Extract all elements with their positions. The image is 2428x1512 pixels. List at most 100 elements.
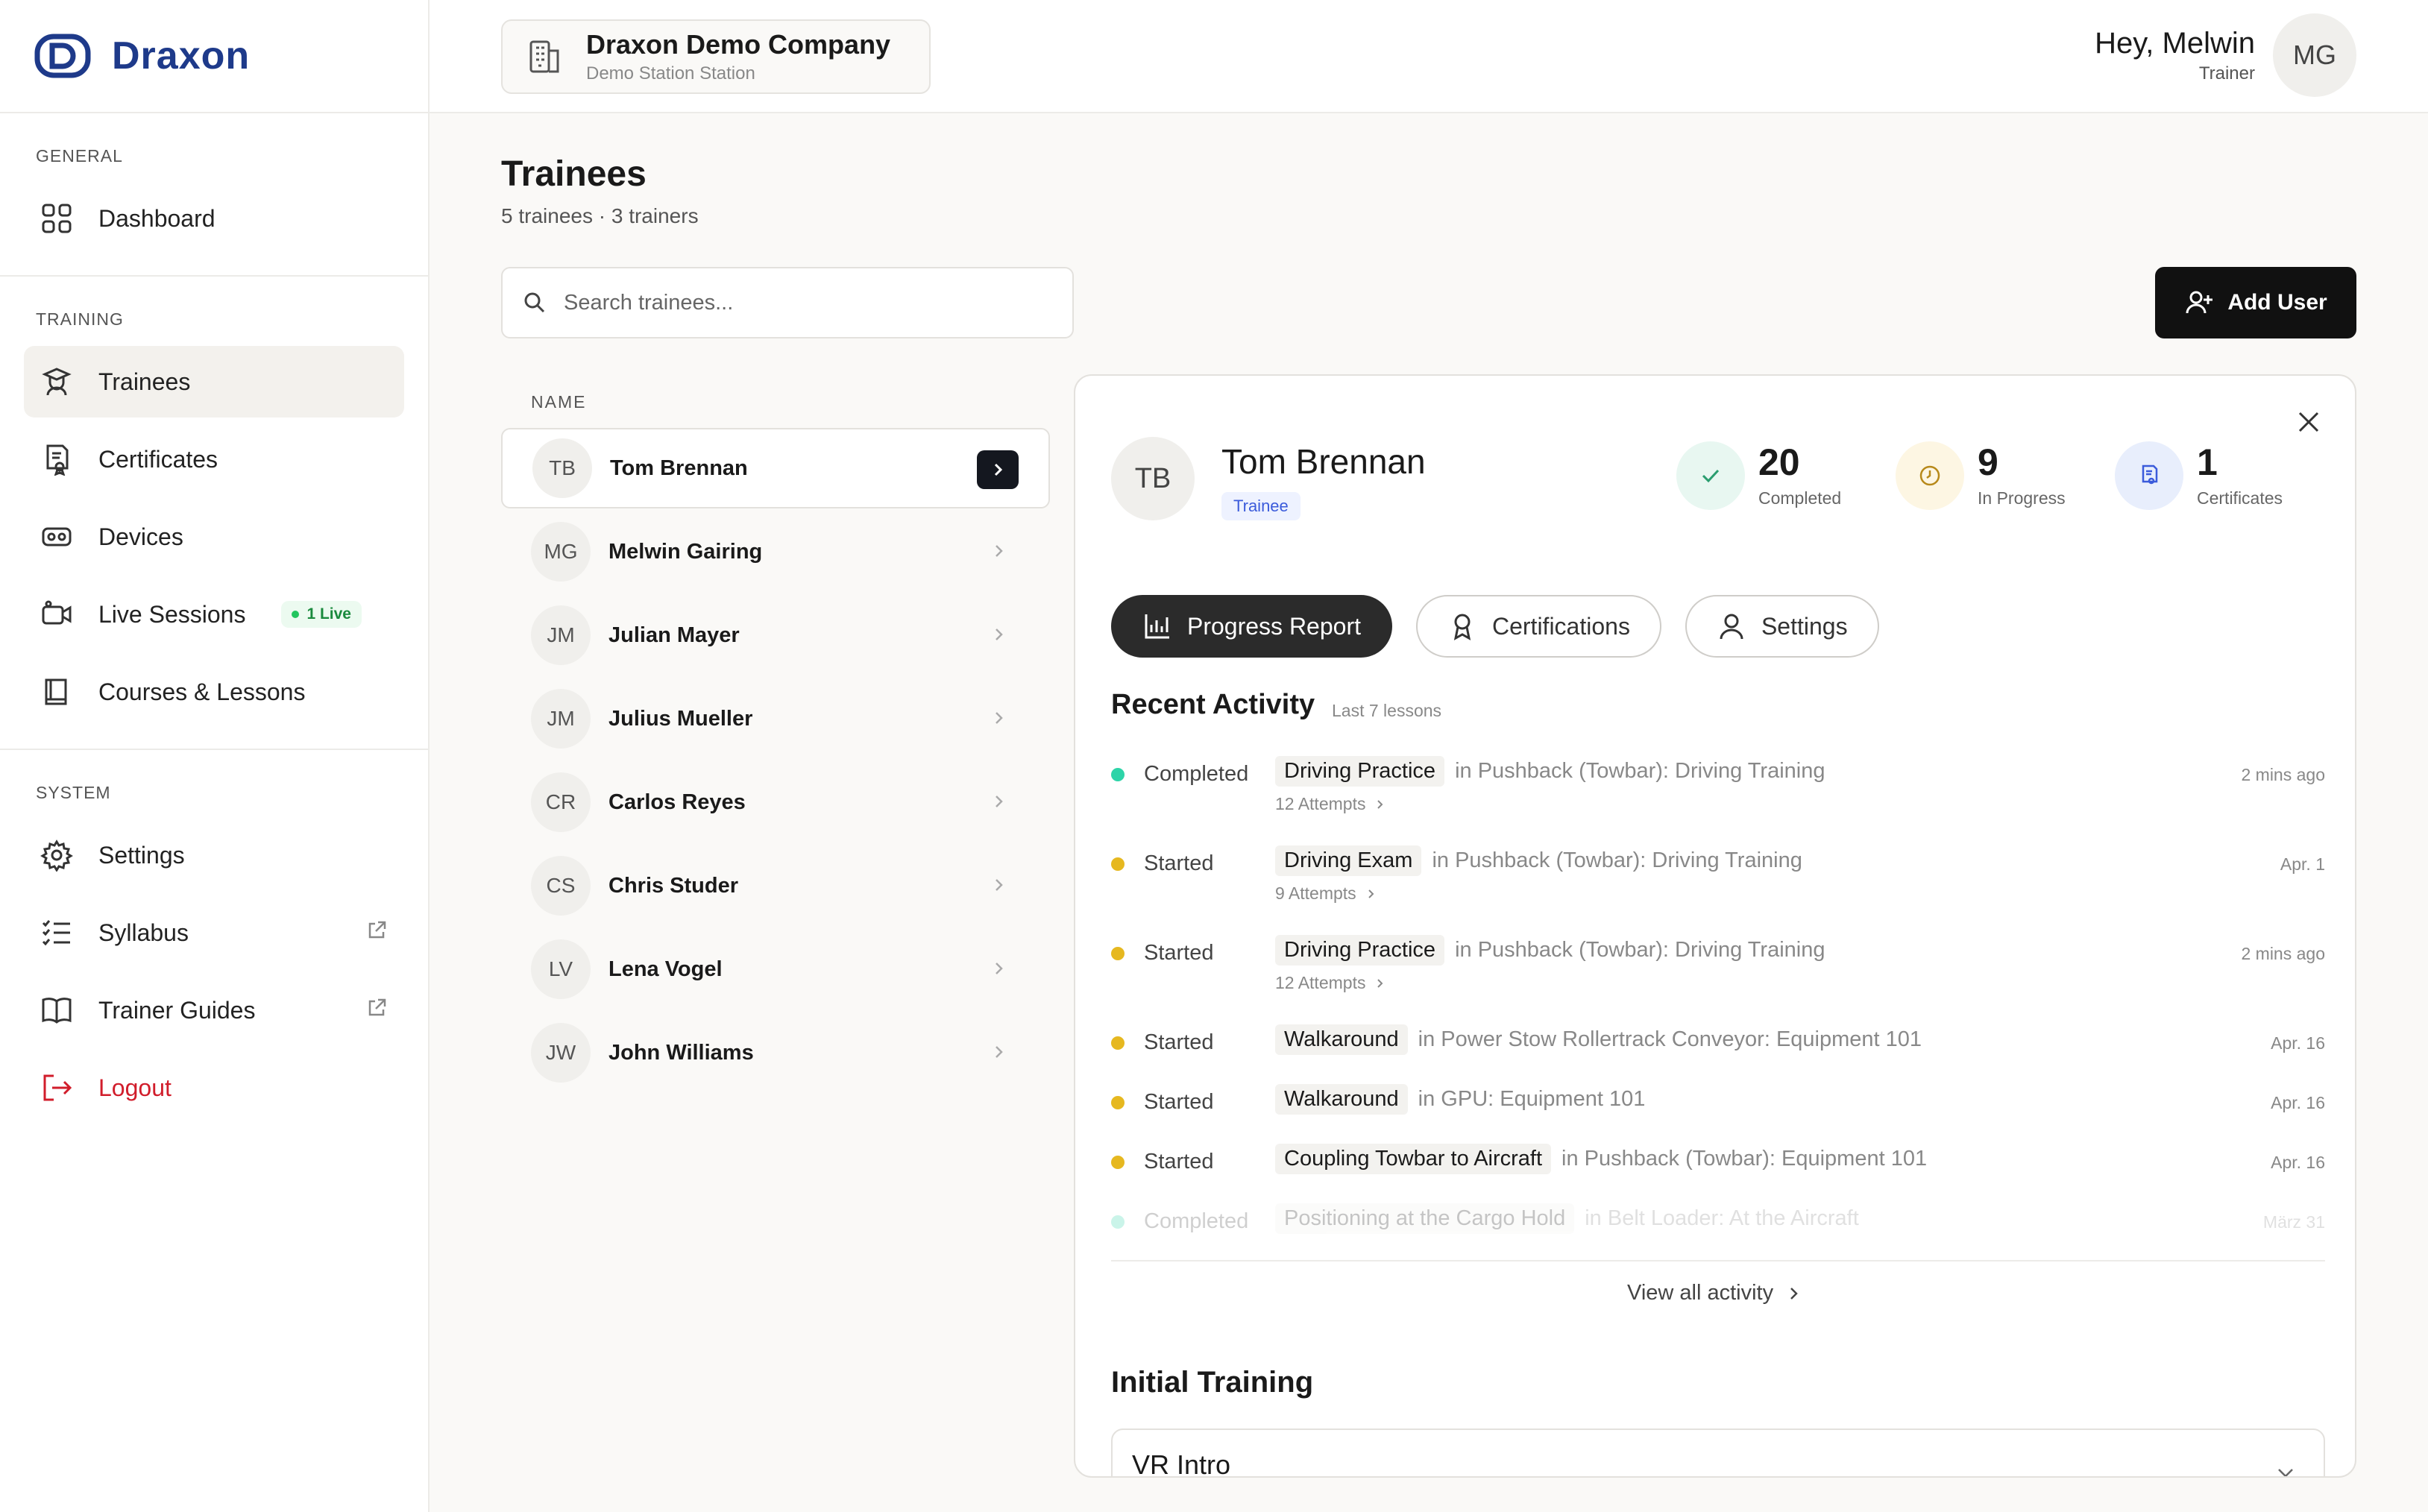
top-header: Draxon Demo Company Demo Station Station… bbox=[430, 0, 2428, 113]
chevron-right-icon bbox=[1368, 889, 1374, 898]
certificate-icon bbox=[2115, 441, 2183, 510]
trainee-name: Julius Mueller bbox=[608, 706, 753, 731]
activity-course: in Belt Loader: At the Aircraft bbox=[1585, 1206, 1859, 1230]
brand[interactable]: Draxon bbox=[0, 0, 428, 113]
role-badge: Trainee bbox=[1221, 492, 1301, 520]
nav-section-general: GENERAL Dashboard bbox=[0, 113, 428, 277]
live-badge: 1 Live bbox=[281, 601, 362, 628]
avatar: JW bbox=[531, 1023, 591, 1083]
tab-progress-report[interactable]: Progress Report bbox=[1111, 595, 1392, 658]
live-badge-label: 1 Live bbox=[306, 605, 351, 623]
award-icon bbox=[1453, 614, 1471, 640]
table-row[interactable]: TB Tom Brennan bbox=[501, 428, 1050, 508]
trainee-detail-panel: TB Tom Brennan Trainee 20 Completed 9 In… bbox=[1074, 374, 2356, 1478]
avatar[interactable]: MG bbox=[2273, 13, 2356, 97]
avatar: JM bbox=[531, 605, 591, 665]
chevron-right-icon bbox=[1377, 799, 1383, 809]
detail-tabs: Progress Report Certifications Settings bbox=[1111, 595, 1903, 658]
list-item[interactable]: Started Driving Practice in Pushback (To… bbox=[1111, 935, 2325, 993]
chevron-down-icon[interactable] bbox=[2274, 1461, 2297, 1478]
nav-section-system: SYSTEM Settings Syllabus Trainer Guides bbox=[0, 750, 428, 1144]
brand-name: Draxon bbox=[112, 34, 251, 78]
activity-line: Driving Practice in Pushback (Towbar): D… bbox=[1275, 756, 2325, 787]
open-trainee-button[interactable] bbox=[977, 450, 1019, 489]
list-item[interactable]: Started Driving Exam in Pushback (Towbar… bbox=[1111, 845, 2325, 904]
sidebar-item-certificates[interactable]: Certificates bbox=[24, 423, 404, 495]
divider bbox=[1111, 1260, 2325, 1261]
building-icon bbox=[529, 40, 559, 73]
activity-time: März 31 bbox=[2262, 1212, 2325, 1232]
attempts-link[interactable]: 12 Attempts bbox=[1275, 973, 2325, 993]
table-row[interactable]: LV Lena Vogel bbox=[501, 929, 1050, 1009]
stat-label: Certificates bbox=[2197, 488, 2283, 508]
activity-list: Completed Driving Practice in Pushback (… bbox=[1111, 756, 2325, 1234]
activity-course: in Pushback (Towbar): Driving Training bbox=[1455, 759, 1825, 783]
chevron-right-icon bbox=[996, 963, 1003, 974]
add-user-button[interactable]: Add User bbox=[2155, 267, 2356, 338]
list-item[interactable]: Completed Driving Practice in Pushback (… bbox=[1111, 756, 2325, 814]
activity-status: Started bbox=[1144, 1090, 1214, 1114]
company-switcher[interactable]: Draxon Demo Company Demo Station Station bbox=[501, 19, 931, 94]
sidebar-item-trainees[interactable]: Trainees bbox=[24, 346, 404, 418]
table-row[interactable]: MG Melwin Gairing bbox=[501, 511, 1050, 592]
list-item[interactable]: Started Coupling Towbar to Aircraft in P… bbox=[1111, 1144, 2325, 1174]
lesson-chip: Walkaround bbox=[1275, 1024, 1408, 1055]
activity-course: in Pushback (Towbar): Driving Training bbox=[1455, 938, 1825, 962]
check-icon bbox=[1676, 441, 1745, 510]
sidebar-item-settings[interactable]: Settings bbox=[24, 819, 404, 891]
attempts-link[interactable]: 9 Attempts bbox=[1275, 883, 2325, 904]
sidebar-item-courses[interactable]: Courses & Lessons bbox=[24, 656, 404, 728]
list-item[interactable]: Started Walkaround in GPU: Equipment 101… bbox=[1111, 1084, 2325, 1115]
lesson-chip: Walkaround bbox=[1275, 1084, 1408, 1115]
table-row[interactable]: JM Julius Mueller bbox=[501, 678, 1050, 759]
clock-icon bbox=[1896, 441, 1964, 510]
table-row[interactable]: CS Chris Studer bbox=[501, 845, 1050, 926]
activity-time: Apr. 16 bbox=[2271, 1153, 2325, 1172]
user-menu[interactable]: Hey, Melwin Trainer MG bbox=[2095, 13, 2356, 97]
chevron-right-icon bbox=[996, 1046, 1003, 1058]
sidebar-item-devices[interactable]: Devices bbox=[24, 501, 404, 573]
search-input[interactable] bbox=[564, 290, 1041, 315]
table-row[interactable]: JW John Williams bbox=[501, 1012, 1050, 1093]
activity-body: Driving Exam in Pushback (Towbar): Drivi… bbox=[1275, 845, 2325, 904]
vr-intro-card[interactable]: VR Intro bbox=[1111, 1428, 2325, 1478]
list-item[interactable]: Started Walkaround in Power Stow Rollert… bbox=[1111, 1024, 2325, 1055]
sidebar-item-label: Syllabus bbox=[98, 919, 189, 946]
status-dot-icon bbox=[1111, 1036, 1125, 1050]
sidebar-item-syllabus[interactable]: Syllabus bbox=[24, 897, 404, 968]
sidebar-item-logout[interactable]: Logout bbox=[24, 1052, 404, 1124]
tab-settings[interactable]: Settings bbox=[1685, 595, 1879, 658]
activity-line: Walkaround in GPU: Equipment 101 bbox=[1275, 1084, 2325, 1115]
company-name: Draxon Demo Company bbox=[586, 29, 891, 60]
tab-certifications[interactable]: Certifications bbox=[1415, 595, 1661, 658]
table-row[interactable]: JM Julian Mayer bbox=[501, 595, 1050, 675]
grid-icon bbox=[39, 201, 75, 236]
view-all-activity-link[interactable]: View all activity bbox=[1627, 1281, 1802, 1305]
activity-time: Apr. 1 bbox=[2280, 854, 2325, 874]
gear-icon bbox=[39, 837, 75, 873]
list-item[interactable]: Completed Positioning at the Cargo Hold … bbox=[1111, 1203, 2325, 1234]
sidebar-item-trainer-guides[interactable]: Trainer Guides bbox=[24, 974, 404, 1046]
add-user-icon bbox=[2186, 291, 2213, 314]
trainee-name: Carlos Reyes bbox=[608, 790, 746, 814]
activity-body: Coupling Towbar to Aircraft in Pushback … bbox=[1275, 1144, 2325, 1174]
app-root: Draxon GENERAL Dashboard TRAINING Traine… bbox=[0, 0, 2428, 1512]
table-row[interactable]: CR Carlos Reyes bbox=[501, 762, 1050, 842]
stat-label: Completed bbox=[1758, 488, 1842, 508]
recent-activity-subtitle: Last 7 lessons bbox=[1332, 701, 1442, 720]
lesson-chip: Driving Practice bbox=[1275, 935, 1445, 966]
status-dot-icon bbox=[1111, 768, 1125, 781]
attempts-label: 12 Attempts bbox=[1275, 794, 1366, 813]
sidebar-item-live-sessions[interactable]: Live Sessions 1 Live bbox=[24, 579, 404, 650]
close-icon[interactable] bbox=[2295, 409, 2322, 435]
initial-training-title: Initial Training bbox=[1111, 1366, 1314, 1399]
sidebar-item-dashboard[interactable]: Dashboard bbox=[24, 183, 404, 254]
chevron-right-icon bbox=[996, 545, 1003, 557]
trainee-list: TB Tom Brennan MG Melwin Gairing JM Juli… bbox=[501, 428, 1050, 1096]
sidebar-item-label: Certificates bbox=[98, 445, 218, 473]
attempts-link[interactable]: 12 Attempts bbox=[1275, 794, 2325, 814]
stat-text: 1 Certificates bbox=[2197, 444, 2283, 508]
stat-label: In Progress bbox=[1978, 488, 2066, 508]
stat-completed: 20 Completed bbox=[1676, 441, 1841, 510]
search-box[interactable] bbox=[501, 267, 1074, 338]
